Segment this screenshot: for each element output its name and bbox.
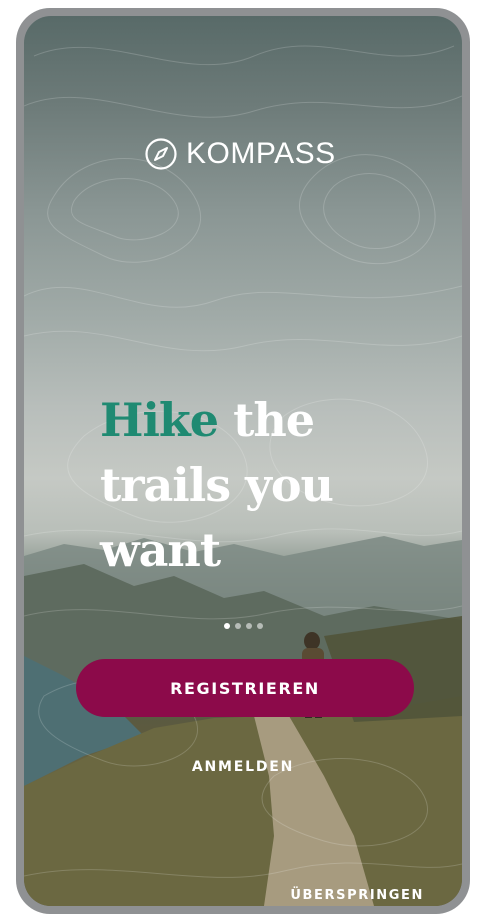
carousel-dot[interactable]	[246, 623, 252, 629]
headline-line-2: trails you	[100, 458, 334, 512]
device-frame: KOMPASS Hike the trails you want REGISTR…	[16, 8, 470, 914]
headline-line-3: want	[100, 523, 221, 577]
brand-name: KOMPASS	[186, 137, 336, 170]
login-link[interactable]: ANMELDEN	[24, 759, 462, 775]
register-button[interactable]: REGISTRIEREN	[76, 659, 414, 717]
carousel-page-indicator	[224, 623, 263, 629]
compass-icon	[145, 138, 177, 170]
carousel-dot[interactable]	[224, 623, 230, 629]
carousel-dot[interactable]	[257, 623, 263, 629]
onboarding-screen: KOMPASS Hike the trails you want REGISTR…	[24, 16, 462, 906]
headline-line-1: Hike the	[100, 388, 430, 453]
headline-accent-word: Hike	[100, 393, 219, 447]
carousel-dot[interactable]	[235, 623, 241, 629]
skip-link[interactable]: ÜBERSPRINGEN	[290, 888, 424, 903]
brand-logo: KOMPASS	[144, 134, 336, 174]
headline: Hike the trails you want	[100, 388, 430, 583]
headline-line-1-rest: the	[218, 393, 315, 447]
